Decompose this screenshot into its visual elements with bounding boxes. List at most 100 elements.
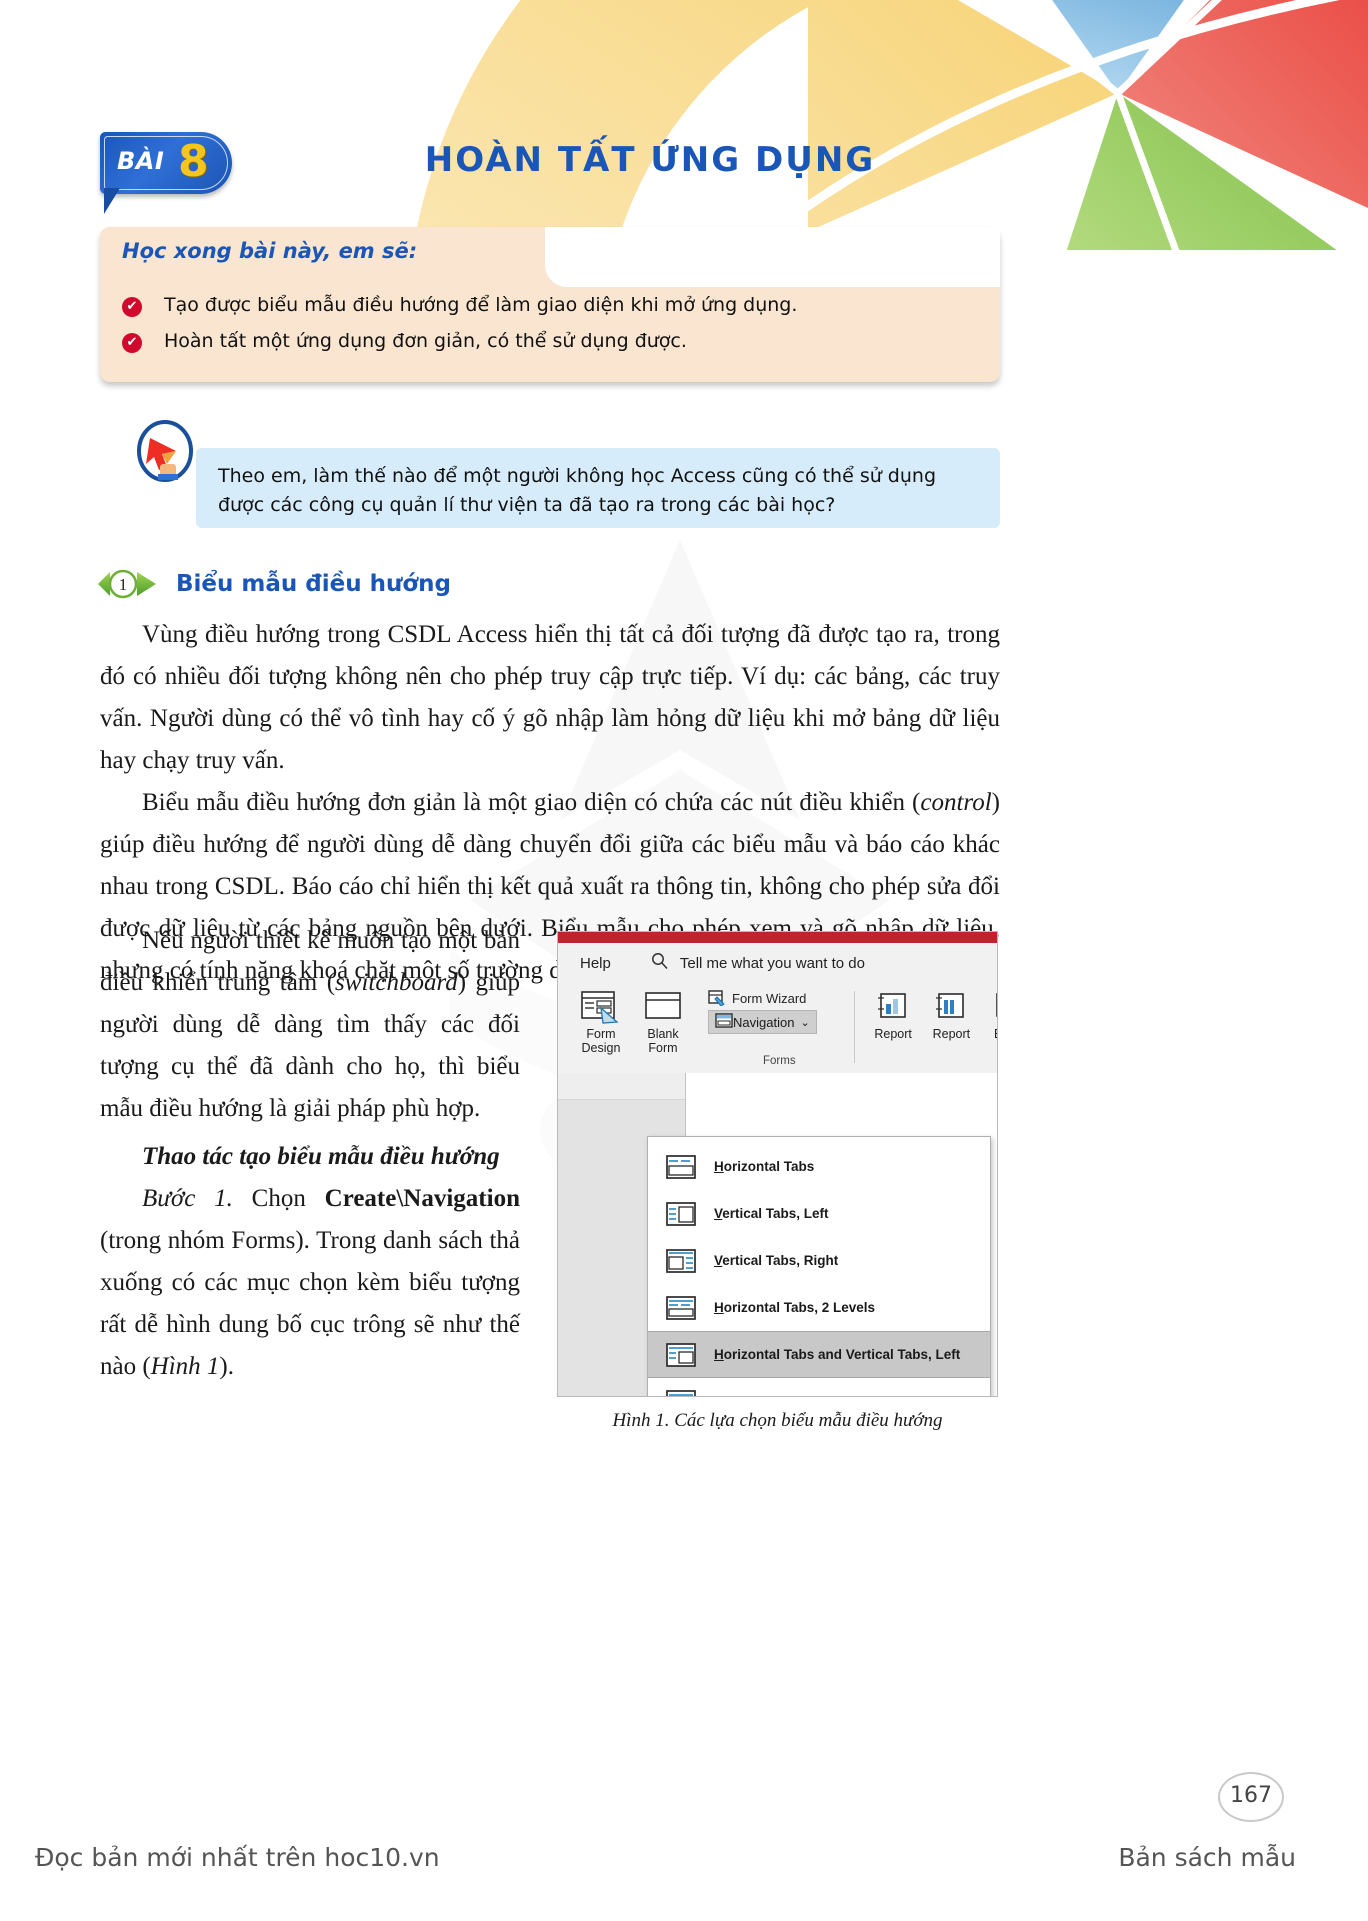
label-rest: orizontal Tabs — [723, 1159, 815, 1174]
ribbon-forms-subgroup: Form Wizard Navigation ⌄ — [708, 990, 817, 1034]
menu-item-label: Horizontal Tabs — [714, 1159, 814, 1174]
paragraph-3: Nếu người thiết kế muốn tạo một bàn điều… — [100, 920, 520, 1130]
objectives-heading: Học xong bài này, em sẽ: — [122, 239, 418, 263]
blank-form-label-1: Blank — [647, 1027, 679, 1041]
search-icon — [651, 952, 668, 974]
navigation-icon — [715, 1013, 733, 1031]
section-title: Biểu mẫu điều hướng — [176, 571, 451, 597]
chevron-down-icon: ⌄ — [800, 1016, 810, 1029]
accel-key: H — [714, 1347, 724, 1362]
lesson-badge-number: 8 — [178, 136, 209, 187]
tell-me-search-input[interactable]: Tell me what you want to do — [680, 955, 865, 972]
lesson-badge-tail — [104, 188, 120, 214]
section-number-badge: 1 — [98, 569, 156, 599]
blank-report-label: Blank — [981, 1027, 997, 1041]
report-label: Report — [874, 1027, 912, 1041]
report-design-icon — [922, 987, 980, 1027]
menu-item-horizontal-tabs-2-levels[interactable]: Horizontal Tabs, 2 Levels — [648, 1284, 990, 1331]
form-wizard-label: Form Wizard — [732, 990, 807, 1006]
menu-item-label: Horizontal Tabs and Vertical Tabs, Right — [714, 1394, 970, 1396]
horizontal-tabs-icon — [666, 1154, 696, 1179]
menu-item-label: Vertical Tabs, Right — [714, 1253, 838, 1268]
access-screenshot-figure: Help Tell me what you want to do Form De… — [557, 931, 998, 1397]
report-design-button[interactable]: Report — [922, 987, 980, 1041]
label-rest: ertical Tabs, Left — [722, 1206, 829, 1221]
p4-step-label: Bước 1. — [142, 1185, 233, 1212]
form-design-button[interactable]: Form Design — [570, 987, 632, 1055]
objective-text: Tạo được biểu mẫu điều hướng để làm giao… — [164, 294, 798, 316]
ribbon-reports-group: Report Report — [864, 987, 997, 1045]
menu-item-horizontal-and-vertical-tabs-left[interactable]: Horizontal Tabs and Vertical Tabs, Left — [648, 1331, 990, 1378]
accel-key: H — [714, 1300, 724, 1315]
objectives-box: Học xong bài này, em sẽ: ✔ Tạo được biểu… — [100, 227, 1000, 382]
list-item: ✔ Tạo được biểu mẫu điều hướng để làm gi… — [122, 293, 982, 319]
objectives-notch — [545, 227, 1000, 287]
accel-key: H — [714, 1159, 724, 1174]
horizontal-and-vertical-tabs-right-icon — [666, 1389, 696, 1396]
access-help-bar: Help Tell me what you want to do — [558, 943, 997, 983]
objective-text: Hoàn tất một ứng dụng đơn giản, có thể s… — [164, 329, 687, 352]
p4-c: ). — [219, 1353, 234, 1380]
lesson-badge: BÀI 8 — [100, 132, 232, 214]
question-box: Theo em, làm thế nào để một người không … — [196, 448, 1000, 528]
ribbon-forms-group: Form Design Blank Form — [570, 987, 694, 1055]
accel-key: H — [714, 1394, 724, 1396]
corner-color-arcs — [808, 0, 1368, 250]
label-rest: orizontal Tabs, 2 Levels — [723, 1300, 876, 1315]
footer-right-text: Bản sách mẫu — [1118, 1843, 1296, 1872]
access-ribbon: Form Design Blank Form Form Wizard Navig… — [558, 983, 997, 1074]
svg-text:1: 1 — [119, 575, 128, 594]
sub-heading: Thao tác tạo biểu mẫu điều hướng — [142, 1143, 500, 1170]
label-rest: orizontal Tabs and Vertical Tabs, Left — [723, 1347, 961, 1362]
lesson-badge-prefix: BÀI — [117, 147, 165, 175]
report-button[interactable]: Report — [864, 987, 922, 1041]
help-menu-item[interactable]: Help — [580, 955, 611, 972]
objectives-list: ✔ Tạo được biểu mẫu điều hướng để làm gi… — [122, 293, 982, 364]
question-line-1: Theo em, làm thế nào để một người không … — [218, 465, 937, 487]
ribbon-divider — [854, 991, 855, 1063]
check-circle-icon: ✔ — [122, 332, 142, 353]
menu-item-horizontal-tabs[interactable]: Horizontal Tabs — [648, 1143, 990, 1190]
access-workspace: Horizontal Tabs Vertical Tabs, Left Vert… — [558, 1073, 997, 1396]
menu-item-label: Horizontal Tabs and Vertical Tabs, Left — [714, 1347, 960, 1362]
p4-command: Create\Navigation — [324, 1185, 520, 1212]
check-circle-icon: ✔ — [122, 297, 142, 317]
blank-form-button[interactable]: Blank Form — [632, 987, 694, 1055]
page-title: HOÀN TẤT ỨNG DỤNG — [424, 140, 876, 180]
report-design-label: Report — [932, 1027, 971, 1041]
menu-item-horizontal-and-vertical-tabs-right[interactable]: Horizontal Tabs and Vertical Tabs, Right — [648, 1378, 990, 1396]
label-rest: orizontal Tabs and Vertical Tabs, Right — [724, 1394, 970, 1396]
p3-italic-switchboard: switchboard — [335, 969, 458, 996]
blank-form-icon — [632, 987, 694, 1027]
paragraph-4: Bước 1. Chọn Create\Navigation (trong nh… — [100, 1178, 520, 1388]
report-chart-icon — [864, 987, 922, 1027]
figure-caption: Hình 1. Các lựa chọn biểu mẫu điều hướng — [612, 1410, 943, 1431]
label-rest: ertical Tabs, Right — [722, 1253, 839, 1268]
pointing-hand-icon — [136, 420, 194, 482]
p4-a: Chọn — [232, 1185, 325, 1212]
p2-a: Biểu mẫu điều hướng đơn giản là một giao… — [142, 789, 921, 816]
page-number: 167 — [1218, 1772, 1284, 1822]
form-design-label-1: Form — [586, 1027, 616, 1041]
p2-italic-control: control — [920, 789, 992, 816]
horizontal-and-vertical-tabs-left-icon — [666, 1342, 696, 1367]
vertical-tabs-left-icon — [666, 1201, 696, 1226]
navigation-dropdown-menu[interactable]: Horizontal Tabs Vertical Tabs, Left Vert… — [647, 1136, 991, 1396]
blank-form-label-2: Form — [648, 1041, 678, 1055]
form-design-icon — [570, 987, 632, 1027]
blank-report-button[interactable]: Blank — [981, 987, 997, 1041]
navigation-dropdown-button[interactable]: Navigation ⌄ — [708, 1010, 817, 1034]
paragraph-1: Vùng điều hướng trong CSDL Access hiển t… — [100, 621, 1000, 774]
forms-group-label: Forms — [763, 1055, 796, 1067]
menu-item-label: Horizontal Tabs, 2 Levels — [714, 1300, 875, 1315]
menu-item-label: Vertical Tabs, Left — [714, 1206, 829, 1221]
form-wizard-icon — [708, 990, 726, 1006]
form-design-label-2: Design — [581, 1041, 621, 1055]
blank-report-icon — [981, 987, 997, 1027]
menu-item-vertical-tabs-left[interactable]: Vertical Tabs, Left — [648, 1190, 990, 1237]
form-wizard-button[interactable]: Form Wizard — [708, 990, 817, 1006]
p4-figure-ref: Hình 1 — [150, 1353, 220, 1380]
navigation-pane-header — [558, 1073, 685, 1100]
body-text-left-column: Nếu người thiết kế muốn tạo một bàn điều… — [100, 920, 520, 1388]
menu-item-vertical-tabs-right[interactable]: Vertical Tabs, Right — [648, 1237, 990, 1284]
